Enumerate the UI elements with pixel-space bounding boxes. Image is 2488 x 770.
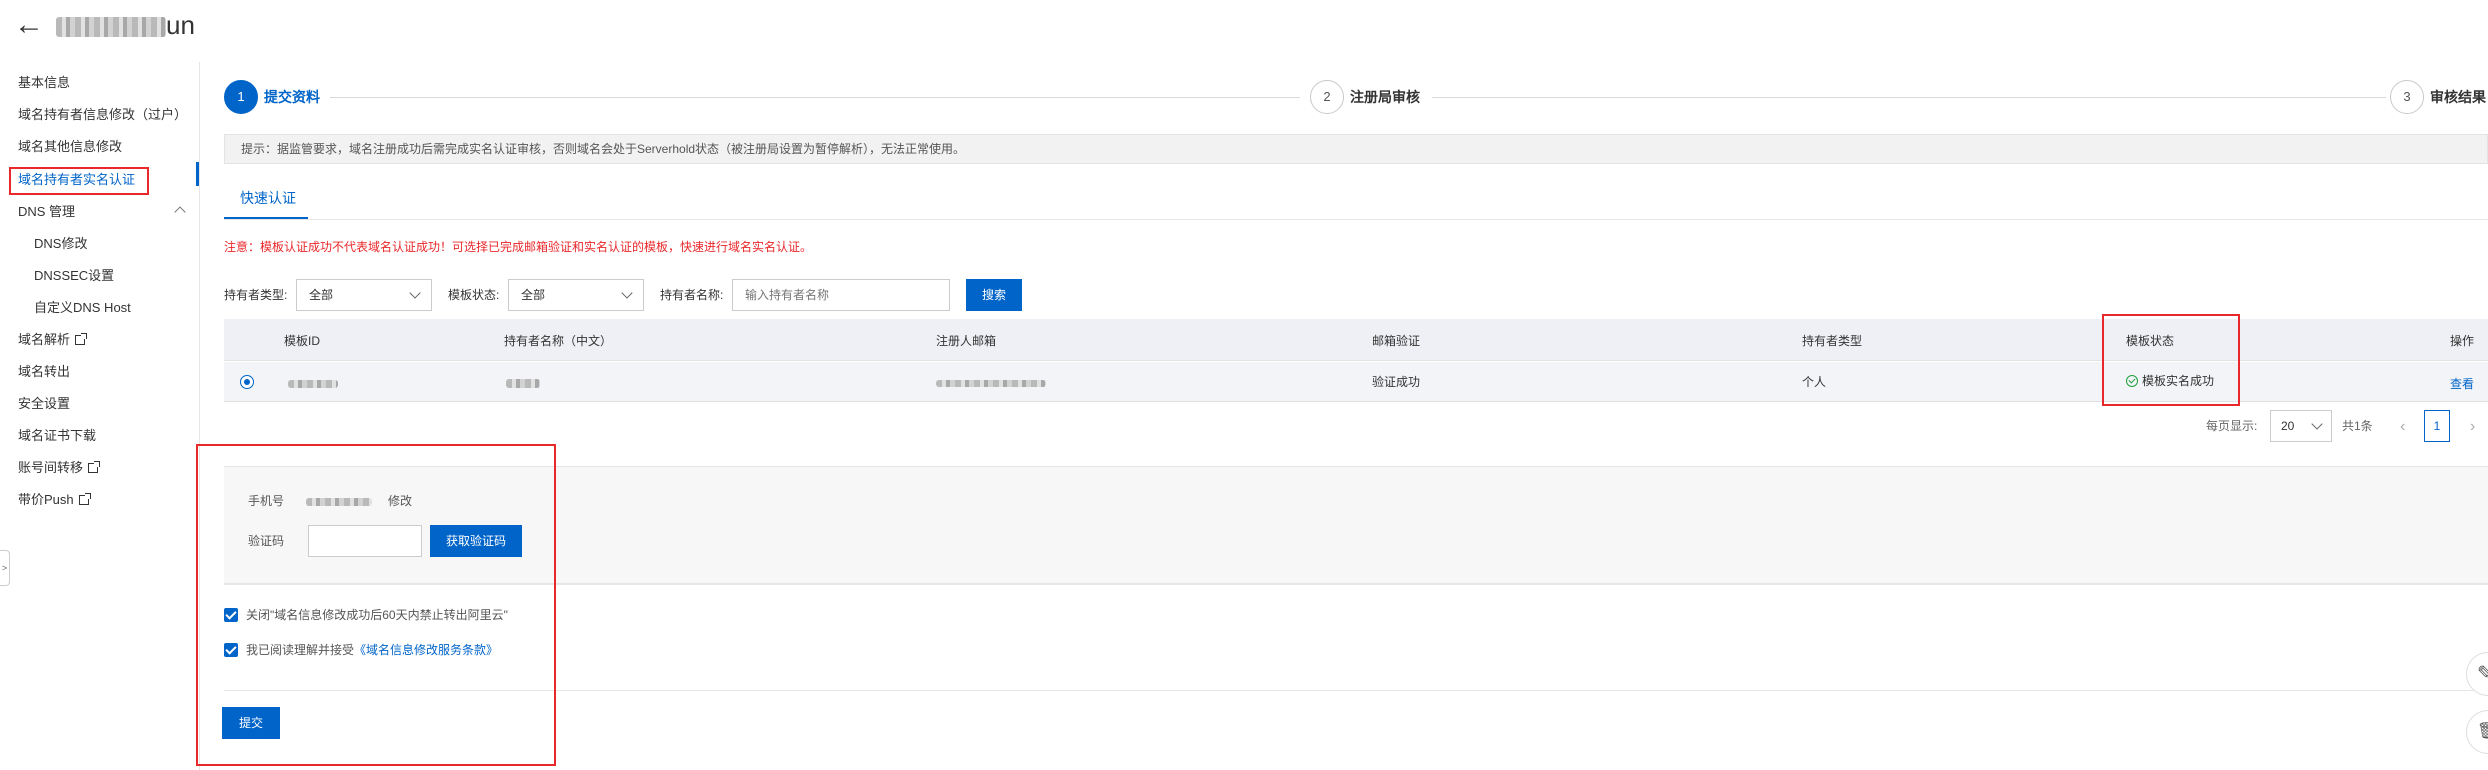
cell-email-verify: 验证成功 [1372, 375, 1421, 389]
prev-page-icon[interactable]: ‹ [2400, 419, 2405, 435]
total-count: 共1条 [2342, 419, 2373, 433]
highlight-box-verify [196, 444, 556, 766]
cell-holder-name [506, 373, 540, 393]
sidebar-item-dns-manage[interactable]: DNS 管理 [18, 203, 75, 221]
sidebar-item-dns-modify[interactable]: DNS修改 [34, 235, 87, 253]
sidebar-item-custom-dns-host[interactable]: 自定义DNS Host [34, 299, 131, 317]
step-connector [330, 97, 1300, 98]
step-connector [1432, 97, 2386, 98]
holder-type-select[interactable]: 全部 [296, 279, 432, 311]
template-status-label: 模板状态: [448, 288, 500, 302]
sidebar-item-basic-info[interactable]: 基本信息 [18, 74, 70, 92]
chevron-down-icon [2311, 418, 2323, 430]
view-link[interactable]: 查看 [2450, 374, 2474, 394]
cell-template-id [288, 373, 338, 393]
sidebar-item-dnssec[interactable]: DNSSEC设置 [34, 267, 114, 285]
template-status-select[interactable]: 全部 [508, 279, 644, 311]
th-email-verify: 邮箱验证 [1372, 334, 1421, 348]
holder-type-label: 持有者类型: [224, 288, 288, 302]
holder-name-label: 持有者名称: [660, 288, 724, 302]
divider [224, 584, 2488, 585]
th-holder-type: 持有者类型 [1802, 334, 1863, 348]
step-1-label: 提交资料 [264, 89, 320, 105]
step-2-circle: 2 [1310, 80, 1344, 114]
per-page-label: 每页显示: [2206, 419, 2258, 433]
step-3-label: 审核结果 [2430, 89, 2486, 105]
chevron-down-icon [621, 287, 633, 299]
external-link-icon [88, 461, 101, 473]
next-page-icon[interactable]: › [2470, 419, 2475, 435]
sidebar-item-price-push[interactable]: 带价Push [18, 491, 91, 509]
redacted-holder-name [506, 379, 540, 389]
sidebar-item-cert-download[interactable]: 域名证书下载 [18, 427, 96, 445]
redacted-domain [56, 17, 166, 38]
divider [224, 690, 2488, 691]
page-number-current[interactable]: 1 [2424, 410, 2450, 442]
th-template-id: 模板ID [284, 334, 321, 348]
sidebar-collapse-toggle[interactable]: > [0, 550, 10, 586]
step-1-circle: 1 [224, 80, 258, 114]
tab-bar-divider [224, 219, 2488, 220]
external-link-icon [75, 333, 88, 345]
th-actions: 操作 [2450, 334, 2475, 348]
step-2-label: 注册局审核 [1350, 89, 1420, 105]
back-arrow-icon[interactable]: ← [14, 10, 44, 40]
warning-text: 注意：模板认证成功不代表域名认证成功！可选择已完成邮箱验证和实名认证的模板，快速… [224, 240, 813, 254]
highlight-box-sidebar [9, 167, 149, 195]
sidebar-item-account-transfer[interactable]: 账号间转移 [18, 459, 101, 477]
per-page-select[interactable]: 20 [2270, 410, 2332, 442]
holder-name-input[interactable] [732, 279, 950, 311]
verification-panel [224, 466, 2488, 584]
th-registrant-email: 注册人邮箱 [936, 334, 997, 348]
sidebar-item-transfer-out[interactable]: 域名转出 [18, 363, 70, 381]
cell-holder-type: 个人 [1802, 375, 1827, 389]
notice-banner: 提示：据监管要求，域名注册成功后需完成实名认证审核，否则域名会处于Serverh… [224, 134, 2488, 164]
trash-icon[interactable]: 🗑 [2466, 710, 2488, 754]
chevron-down-icon [409, 287, 421, 299]
page-title: un [56, 8, 195, 42]
sidebar-item-other-info[interactable]: 域名其他信息修改 [18, 138, 122, 156]
cell-email [936, 373, 1046, 393]
sidebar-item-owner-transfer[interactable]: 域名持有者信息修改（过户） [18, 106, 187, 124]
sidebar-active-indicator [196, 162, 199, 186]
redacted-template-id [288, 379, 338, 388]
tab-quick-auth[interactable]: 快速认证 [224, 188, 312, 208]
search-button[interactable]: 搜索 [966, 279, 1022, 311]
redacted-email [936, 380, 1046, 388]
sidebar-item-security[interactable]: 安全设置 [18, 395, 70, 413]
row-radio-selected[interactable] [240, 375, 254, 389]
step-3-circle: 3 [2390, 80, 2424, 114]
sidebar-item-dns-resolve[interactable]: 域名解析 [18, 331, 88, 349]
external-link-icon [78, 493, 91, 505]
th-holder-name: 持有者名称（中文） [504, 334, 613, 348]
highlight-box-status [2102, 314, 2240, 406]
